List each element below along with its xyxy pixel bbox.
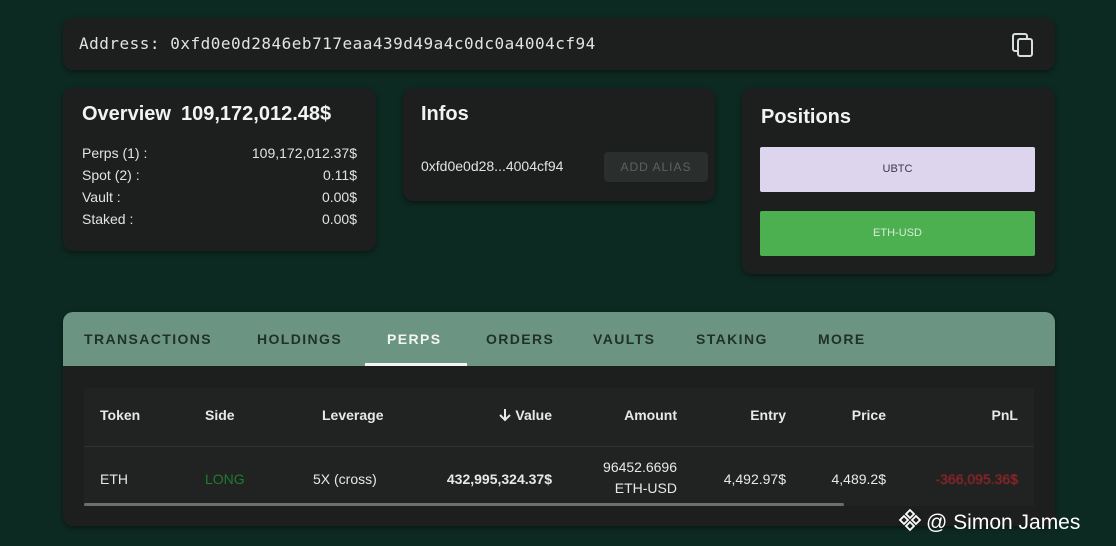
overview-row-label: Spot (2) :	[82, 167, 140, 183]
overview-title: Overview	[82, 103, 171, 125]
overview-row-perps: Perps (1) : 109,172,012.37$	[82, 145, 357, 165]
overview-card: Overview 109,172,012.48$ Perps (1) : 109…	[63, 88, 376, 251]
tab-bar: TRANSACTIONS HOLDINGS PERPS ORDERS VAULT…	[63, 312, 1055, 366]
cell-value: 432,995,324.37$	[446, 471, 552, 487]
overview-row-label: Staked :	[82, 211, 134, 227]
tab-holdings[interactable]: HOLDINGS	[257, 312, 342, 366]
tab-vaults[interactable]: VAULTS	[593, 312, 655, 366]
overview-row-value: 0.00$	[321, 211, 357, 227]
tab-transactions[interactable]: TRANSACTIONS	[84, 312, 212, 366]
watermark-text: @ Simon James	[926, 511, 1081, 534]
horizontal-scrollbar[interactable]	[84, 503, 844, 506]
tab-staking[interactable]: STAKING	[696, 312, 768, 366]
cell-side: LONG	[205, 471, 245, 487]
tab-more[interactable]: MORE	[818, 312, 866, 366]
header-price[interactable]: Price	[852, 407, 886, 423]
watermark: @ Simon James	[898, 508, 1080, 535]
header-pnl[interactable]: PnL	[992, 407, 1018, 423]
overview-row-value: 0.11$	[323, 167, 357, 183]
header-divider	[84, 446, 1034, 447]
tab-orders[interactable]: ORDERS	[486, 312, 554, 366]
active-tab-indicator	[365, 363, 467, 366]
infos-title: Infos	[421, 103, 469, 125]
address-label: Address:	[79, 34, 161, 53]
address-value: 0xfd0e0d2846eb717eaa439d49a4c0dc0a4004cf…	[170, 34, 596, 53]
overview-row-value: 0.00$	[321, 189, 357, 205]
copy-icon[interactable]	[1011, 32, 1035, 58]
amount-quantity: 96452.6696	[603, 459, 677, 475]
perps-table: Token Side Leverage Value Amount Entry P…	[84, 388, 1034, 506]
infos-card: Infos 0xfd0e0d28...4004cf94 ADD ALIAS	[403, 88, 715, 201]
short-address: 0xfd0e0d28...4004cf94	[421, 158, 564, 174]
header-value-sort[interactable]: Value	[498, 407, 552, 423]
positions-title: Positions	[761, 106, 852, 128]
cell-leverage: 5X (cross)	[313, 471, 377, 487]
positions-card: Positions UBTC ETH-USD	[742, 88, 1055, 274]
position-ubtc-button[interactable]: UBTC	[760, 147, 1035, 192]
position-eth-usd-button[interactable]: ETH-USD	[760, 211, 1035, 256]
binance-logo-icon	[898, 508, 922, 532]
address-bar: Address: 0xfd0e0d2846eb717eaa439d49a4c0d…	[63, 18, 1055, 70]
overview-row-value: 109,172,012.37$	[251, 145, 357, 161]
header-amount[interactable]: Amount	[624, 407, 677, 423]
header-token[interactable]: Token	[100, 407, 140, 423]
overview-total: 109,172,012.48$	[181, 103, 332, 125]
overview-row-vault: Vault : 0.00$	[82, 189, 357, 209]
header-side[interactable]: Side	[205, 407, 235, 423]
cell-amount: 96452.6696 ETH-USD	[603, 459, 677, 496]
arrow-down-icon	[499, 409, 512, 422]
add-alias-button[interactable]: ADD ALIAS	[604, 152, 708, 182]
header-leverage[interactable]: Leverage	[322, 407, 383, 423]
overview-row-label: Vault :	[82, 189, 121, 205]
amount-market: ETH-USD	[614, 480, 677, 496]
cell-token: ETH	[100, 471, 128, 487]
main-panel: TRANSACTIONS HOLDINGS PERPS ORDERS VAULT…	[63, 312, 1055, 526]
header-value: Value	[515, 407, 552, 423]
wallet-address: Address: 0xfd0e0d2846eb717eaa439d49a4c0d…	[79, 34, 596, 53]
header-entry[interactable]: Entry	[750, 407, 786, 423]
overview-row-staked: Staked : 0.00$	[82, 211, 357, 231]
cell-pnl: -366,095.36$	[935, 471, 1018, 487]
tab-perps[interactable]: PERPS	[387, 312, 441, 366]
cell-price: 4,489.2$	[831, 471, 887, 487]
cell-entry: 4,492.97$	[723, 471, 786, 487]
overview-row-label: Perps (1) :	[82, 145, 148, 161]
overview-row-spot: Spot (2) : 0.11$	[82, 167, 357, 187]
